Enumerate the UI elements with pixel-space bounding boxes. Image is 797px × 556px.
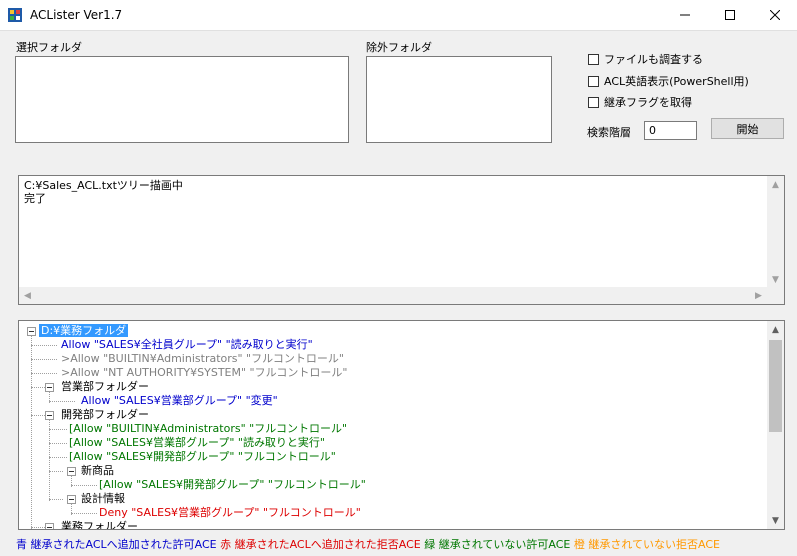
color-legend: 青 継承されたACLへ追加された許可ACE 赤 継承されたACLへ追加された拒否… xyxy=(16,536,720,552)
tree-node-sales-folder[interactable]: 営業部フォルダー xyxy=(61,380,149,394)
select-folder-label: 選択フォルダ xyxy=(16,41,82,54)
maximize-button[interactable] xyxy=(707,0,753,30)
collapse-icon[interactable] xyxy=(45,411,54,420)
legend-orange: 橙 継承されていない拒否ACE xyxy=(573,538,720,551)
tree-connector xyxy=(49,471,63,472)
scrollbar-thumb[interactable] xyxy=(769,340,782,432)
tree-ace-item[interactable]: >Allow "NT AUTHORITY¥SYSTEM" "フルコントロール" xyxy=(61,366,347,380)
collapse-icon[interactable] xyxy=(27,327,36,336)
log-output[interactable]: C:¥Sales_ACL.txtツリー描画中 完了 ▲ ▼ ◀ ▶ xyxy=(18,175,785,305)
include-files-label: ファイルも調査する xyxy=(604,53,703,66)
acl-english-option[interactable]: ACL英語表示(PowerShell用) xyxy=(588,73,749,89)
scrollbar-corner xyxy=(767,287,784,304)
minimize-icon xyxy=(680,14,690,16)
collapse-icon[interactable] xyxy=(45,523,54,529)
legend-green: 緑 継承されていない許可ACE xyxy=(424,538,571,551)
acl-tree-view[interactable]: D:¥業務フォルダ Allow "SALES¥全社員グループ" "読み取りと実行… xyxy=(18,320,785,530)
acl-english-checkbox[interactable] xyxy=(588,75,599,87)
tree-connector xyxy=(71,485,97,486)
tree-connector xyxy=(49,419,50,501)
app-icon xyxy=(8,8,22,22)
collapse-icon[interactable] xyxy=(67,495,76,504)
tree-node-next-folder[interactable]: 業務フォルダー xyxy=(61,520,138,529)
tree-connector xyxy=(71,513,97,514)
tree-connector xyxy=(49,499,63,500)
inherit-flag-label: 継承フラグを取得 xyxy=(604,96,692,109)
tree-node-new-product[interactable]: 新商品 xyxy=(81,464,114,478)
tree-ace-item[interactable]: Allow "SALES¥営業部グループ" "変更" xyxy=(81,394,278,408)
tree-node-dev-folder[interactable]: 開発部フォルダー xyxy=(61,408,149,422)
tree-connector xyxy=(49,443,67,444)
log-vertical-scrollbar[interactable]: ▲ ▼ xyxy=(767,176,784,288)
legend-red: 赤 継承されたACLへ追加された拒否ACE xyxy=(220,538,421,551)
include-files-option[interactable]: ファイルも調査する xyxy=(588,51,703,67)
scroll-up-icon[interactable]: ▲ xyxy=(767,321,784,338)
log-horizontal-scrollbar[interactable]: ◀ ▶ xyxy=(19,287,767,304)
exclude-folder-label: 除外フォルダ xyxy=(366,41,432,54)
window-title: ACLister Ver1.7 xyxy=(30,8,123,22)
collapse-icon[interactable] xyxy=(67,467,76,476)
legend-blue: 青 継承されたACLへ追加された許可ACE xyxy=(16,538,217,551)
depth-label: 検索階層 xyxy=(587,126,631,139)
close-button[interactable] xyxy=(752,0,797,30)
close-icon xyxy=(770,10,780,20)
tree-ace-item[interactable]: [Allow "BUILTIN¥Administrators" "フルコントロー… xyxy=(69,422,347,436)
tree-connector xyxy=(31,415,45,416)
scroll-up-icon[interactable]: ▲ xyxy=(767,176,784,193)
tree-node-design-info[interactable]: 設計情報 xyxy=(81,492,125,506)
tree-connector xyxy=(49,401,75,402)
tree-ace-item[interactable]: [Allow "SALES¥営業部グループ" "読み取りと実行" xyxy=(69,436,325,450)
select-folder-list[interactable] xyxy=(15,56,349,143)
tree-ace-item[interactable]: Deny "SALES¥営業部グループ" "フルコントロール" xyxy=(99,506,361,520)
acl-english-label: ACL英語表示(PowerShell用) xyxy=(604,75,749,88)
tree-vertical-scrollbar[interactable]: ▲ ▼ xyxy=(767,321,784,529)
inherit-flag-option[interactable]: 継承フラグを取得 xyxy=(588,94,692,110)
minimize-button[interactable] xyxy=(662,0,708,30)
inherit-flag-checkbox[interactable] xyxy=(588,96,599,108)
tree-connector xyxy=(31,373,57,374)
tree-connector xyxy=(31,387,45,388)
maximize-icon xyxy=(725,10,735,20)
scroll-down-icon[interactable]: ▼ xyxy=(767,512,784,529)
tree-ace-item[interactable]: >Allow "BUILTIN¥Administrators" "フルコントロー… xyxy=(61,352,344,366)
scroll-down-icon[interactable]: ▼ xyxy=(767,271,784,288)
tree-ace-item[interactable]: Allow "SALES¥全社員グループ" "読み取りと実行" xyxy=(61,338,313,352)
tree-ace-item[interactable]: [Allow "SALES¥開発部グループ" "フルコントロール" xyxy=(99,478,366,492)
scroll-right-icon[interactable]: ▶ xyxy=(750,287,767,304)
tree-connector xyxy=(31,359,57,360)
tree-connector xyxy=(31,527,45,528)
title-bar: ACLister Ver1.7 xyxy=(0,0,797,31)
log-line-1: C:¥Sales_ACL.txtツリー描画中 xyxy=(24,179,183,192)
tree-connector xyxy=(31,345,57,346)
log-line-2: 完了 xyxy=(24,192,46,205)
tree-connector xyxy=(31,335,32,529)
tree-connector xyxy=(49,457,67,458)
scroll-left-icon[interactable]: ◀ xyxy=(19,287,36,304)
start-button[interactable]: 開始 xyxy=(711,118,784,139)
tree-node-root[interactable]: D:¥業務フォルダ xyxy=(39,324,129,338)
collapse-icon[interactable] xyxy=(45,383,54,392)
tree-ace-item[interactable]: [Allow "SALES¥開発部グループ" "フルコントロール" xyxy=(69,450,336,464)
exclude-folder-list[interactable] xyxy=(366,56,552,143)
tree-connector xyxy=(49,429,67,430)
depth-input[interactable]: 0 xyxy=(644,121,697,140)
include-files-checkbox[interactable] xyxy=(588,53,599,65)
